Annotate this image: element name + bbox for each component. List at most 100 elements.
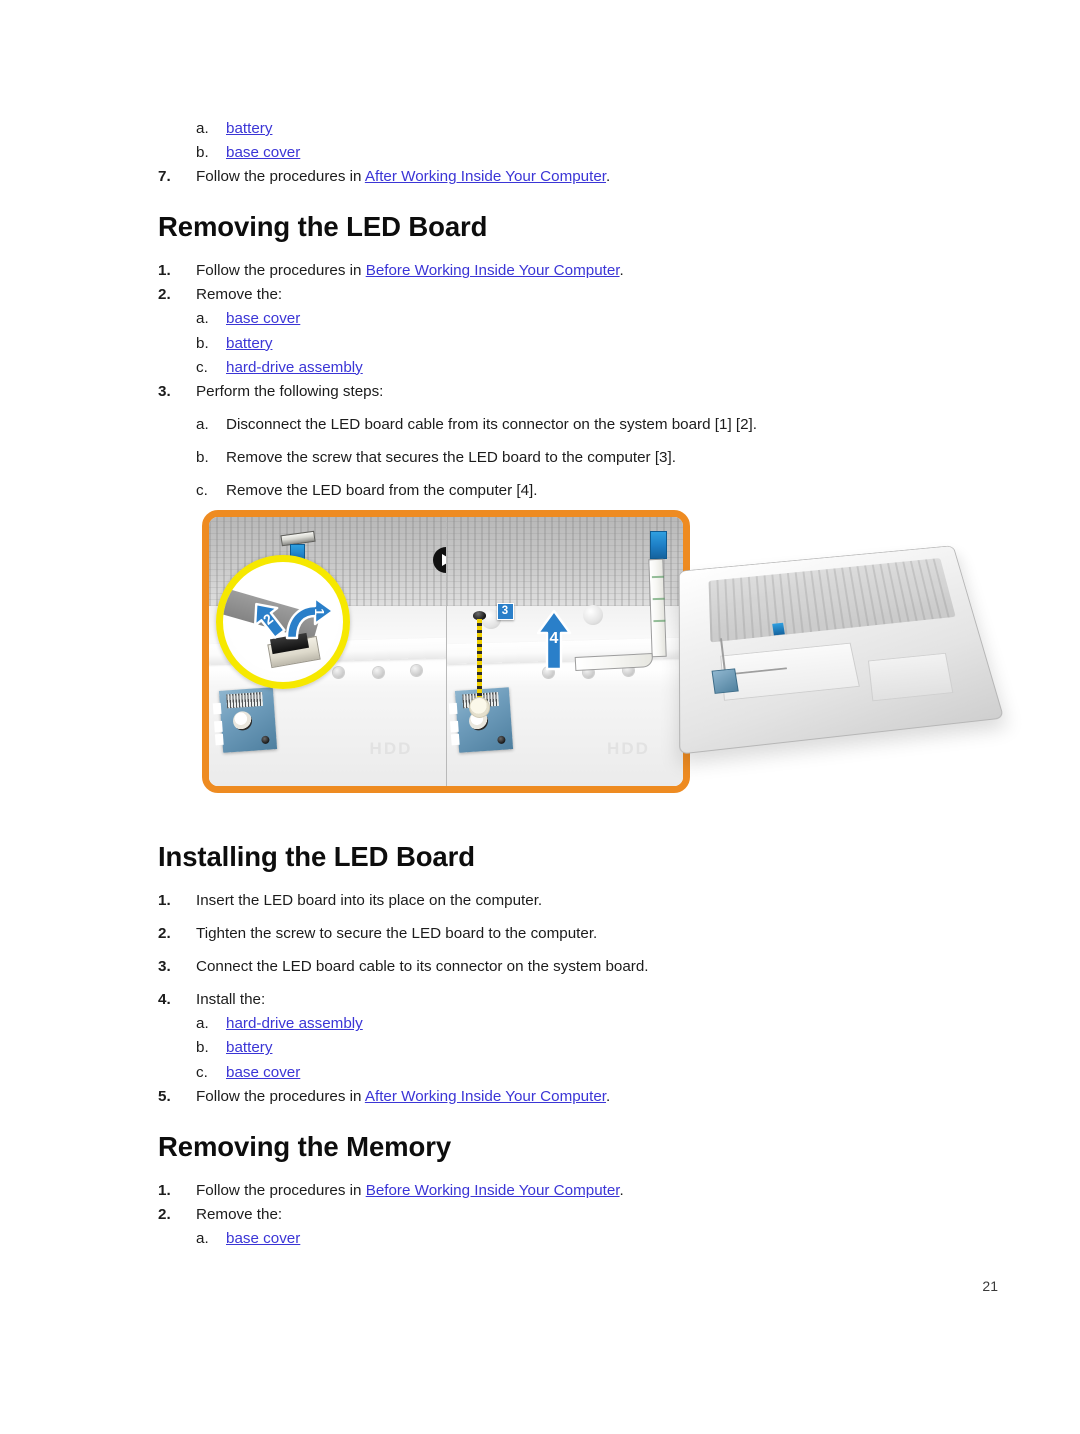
step-body: Follow the procedures in After Working I… xyxy=(196,166,958,189)
vertical-spacer xyxy=(158,244,958,260)
led-board-figure: HDD 2 1 HDD 3 4 xyxy=(158,497,1005,807)
doc-link[interactable]: Before Working Inside Your Computer xyxy=(366,262,620,279)
lettered-substep: a. Disconnect the LED board cable from it… xyxy=(158,414,958,438)
step-marker: 2. xyxy=(158,1205,171,1223)
laptop-overview-illustration xyxy=(678,532,1005,755)
step-body: Connect the LED board cable to its conne… xyxy=(196,956,958,979)
step-body: battery xyxy=(226,118,958,141)
screw-removal-path xyxy=(476,619,482,703)
step-text: Install the: xyxy=(196,991,266,1009)
numbered-step: 1. Follow the procedures in Before Workin… xyxy=(158,1180,958,1204)
content-block-top: a. battery b. base cover 7. Follow the proced… xyxy=(158,118,958,504)
doc-link[interactable]: battery xyxy=(226,120,272,137)
vertical-spacer xyxy=(158,914,958,923)
step-marker: b. xyxy=(196,334,209,352)
doc-link[interactable]: battery xyxy=(226,1039,272,1056)
step-marker: a. xyxy=(196,310,209,328)
svg-text:1: 1 xyxy=(312,608,327,615)
numbered-step: 4. Install the: xyxy=(158,989,958,1013)
led-board-screw-hole xyxy=(232,710,253,732)
step-marker: 1. xyxy=(158,1181,171,1199)
step-marker: 3. xyxy=(158,382,171,400)
step-marker: 2. xyxy=(158,925,171,943)
doc-link[interactable]: hard-drive assembly xyxy=(226,359,363,376)
numbered-step: 3. Perform the following steps: xyxy=(158,381,958,405)
step-body: Remove the screw that secures the LED bo… xyxy=(226,447,958,470)
standoff-post xyxy=(582,605,603,625)
step-body: base cover xyxy=(226,1228,958,1251)
figure-orange-frame: HDD 2 1 HDD 3 4 xyxy=(202,510,690,793)
figure-panel-before: HDD 2 1 xyxy=(209,517,446,786)
doc-link[interactable]: hard-drive assembly xyxy=(226,1015,363,1032)
doc-link[interactable]: Before Working Inside Your Computer xyxy=(366,1182,620,1199)
step-marker: 1. xyxy=(158,262,171,280)
step-text: Follow the procedures in xyxy=(196,262,366,280)
content-block-bottom: Installing the LED Board 1. Insert the LED… xyxy=(158,840,958,1252)
step-text: Remove the: xyxy=(196,286,283,304)
step-text: . xyxy=(606,1087,611,1105)
page-number: 21 xyxy=(982,1278,998,1294)
vertical-spacer xyxy=(158,438,958,447)
step-marker: a. xyxy=(196,120,209,137)
doc-link[interactable]: base cover xyxy=(226,310,300,327)
step-body: Follow the procedures in After Working I… xyxy=(196,1086,958,1109)
vertical-spacer xyxy=(158,471,958,480)
doc-link[interactable]: After Working Inside Your Computer xyxy=(365,168,606,185)
screw-hole xyxy=(373,667,384,678)
step-marker: a. xyxy=(196,1015,209,1033)
step-body: Tighten the screw to secure the LED boar… xyxy=(196,923,958,946)
numbered-step: 2. Remove the: xyxy=(158,1204,958,1228)
step-text: Tighten the screw to secure the LED boar… xyxy=(196,925,598,943)
doc-link[interactable]: battery xyxy=(226,335,272,352)
step-marker: c. xyxy=(196,1063,208,1081)
lettered-substep: a. hard-drive assembly xyxy=(158,1013,958,1037)
doc-link[interactable]: base cover xyxy=(226,1230,300,1247)
lettered-substep: a. battery xyxy=(158,118,958,142)
step-body: Perform the following steps: xyxy=(196,381,958,404)
cable-blue-connector xyxy=(650,531,667,559)
hdd-marking: HDD xyxy=(607,739,650,759)
vertical-spacer xyxy=(158,1110,958,1130)
doc-link[interactable]: base cover xyxy=(226,144,300,161)
overview-led-board xyxy=(711,668,739,695)
step-marker: 5. xyxy=(158,1087,171,1105)
doc-link[interactable]: base cover xyxy=(226,1064,300,1081)
led-board xyxy=(218,687,278,753)
step-body: Remove the: xyxy=(196,1204,958,1227)
section-heading: Removing the Memory xyxy=(158,1130,452,1162)
numbered-step: 1. Insert the LED board into its place on… xyxy=(158,890,958,914)
step-marker: 4. xyxy=(158,991,171,1009)
step-body: base cover xyxy=(226,308,958,331)
step-body: hard-drive assembly xyxy=(226,1013,958,1036)
led-board-sticker xyxy=(226,691,264,709)
step-body: Disconnect the LED board cable from its … xyxy=(226,414,958,437)
numbered-step: 1. Follow the procedures in Before Workin… xyxy=(158,260,958,284)
step-text: . xyxy=(619,1181,624,1199)
step-text: Disconnect the LED board cable from its … xyxy=(226,415,757,433)
step-marker: a. xyxy=(196,415,209,433)
step-marker: 3. xyxy=(158,958,171,976)
step-body: base cover xyxy=(226,1062,958,1085)
step-marker: b. xyxy=(196,144,209,162)
step-marker: a. xyxy=(196,1229,209,1247)
figure-panel-after: HDD 3 4 xyxy=(445,517,683,786)
vertical-spacer xyxy=(158,980,958,989)
step-text: Perform the following steps: xyxy=(196,382,384,400)
step-text: Remove the screw that secures the LED bo… xyxy=(226,448,676,466)
step-body: Remove the: xyxy=(196,284,958,307)
lettered-substep: c. hard-drive assembly xyxy=(158,357,958,381)
numbered-step: 5. Follow the procedures in After Working… xyxy=(158,1086,958,1110)
screw-hole xyxy=(411,665,422,676)
step-body: Install the: xyxy=(196,989,958,1012)
screw-hole xyxy=(333,667,344,678)
hdd-marking: HDD xyxy=(369,739,413,759)
magnifier-inset: 2 1 xyxy=(216,555,350,689)
lettered-substep: c. base cover xyxy=(158,1062,958,1086)
numbered-step: 2. Tighten the screw to secure the LED bo… xyxy=(158,923,958,947)
lettered-substep: a. base cover xyxy=(158,1228,958,1252)
led-board-small-screw xyxy=(261,735,270,745)
doc-link[interactable]: After Working Inside Your Computer xyxy=(365,1088,606,1105)
overview-cable-connector xyxy=(772,623,785,636)
lettered-substep: b. battery xyxy=(158,1037,958,1061)
step-text: . xyxy=(619,262,624,280)
